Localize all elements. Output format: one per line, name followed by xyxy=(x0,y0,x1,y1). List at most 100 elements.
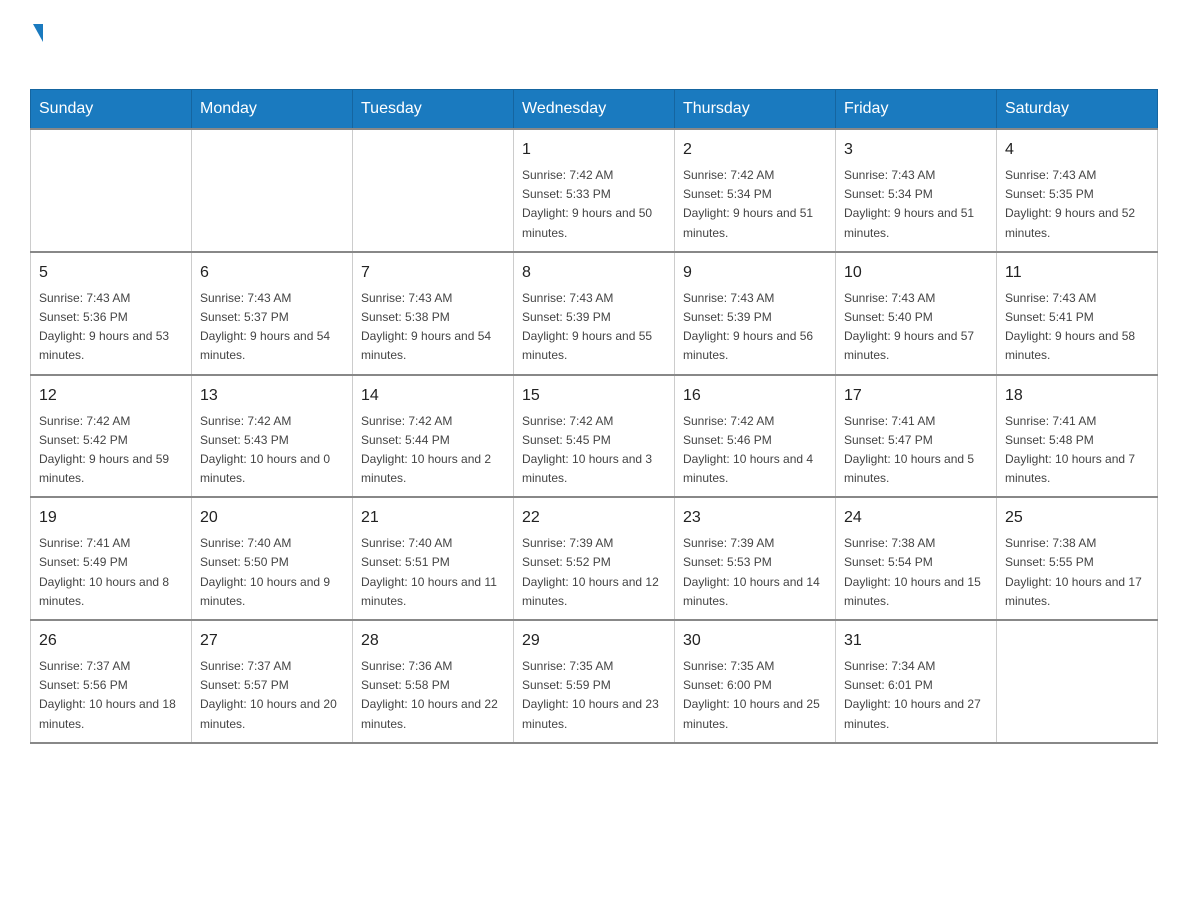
day-info: Sunrise: 7:38 AMSunset: 5:55 PMDaylight:… xyxy=(1005,534,1149,611)
calendar-cell: 1 Sunrise: 7:42 AMSunset: 5:33 PMDaylight… xyxy=(514,129,675,252)
day-info: Sunrise: 7:36 AMSunset: 5:58 PMDaylight:… xyxy=(361,657,505,734)
calendar-cell: 2 Sunrise: 7:42 AMSunset: 5:34 PMDaylight… xyxy=(675,129,836,252)
day-info: Sunrise: 7:38 AMSunset: 5:54 PMDaylight:… xyxy=(844,534,988,611)
calendar-cell: 28 Sunrise: 7:36 AMSunset: 5:58 PMDayligh… xyxy=(353,620,514,743)
day-number: 26 xyxy=(39,629,183,653)
header-day-friday: Friday xyxy=(836,90,997,130)
day-info: Sunrise: 7:42 AMSunset: 5:42 PMDaylight:… xyxy=(39,412,183,489)
calendar-cell: 22Sunrise: 7:39 AMSunset: 5:52 PMDayligh… xyxy=(514,497,675,620)
day-info: Sunrise: 7:43 AMSunset: 5:35 PMDaylight:… xyxy=(1005,166,1149,243)
day-number: 11 xyxy=(1005,261,1149,285)
day-number: 3 xyxy=(844,138,988,162)
day-info: Sunrise: 7:41 AMSunset: 5:47 PMDaylight:… xyxy=(844,412,988,489)
calendar-cell xyxy=(997,620,1158,743)
day-info: Sunrise: 7:43 AMSunset: 5:36 PMDaylight:… xyxy=(39,289,183,366)
day-number: 7 xyxy=(361,261,505,285)
day-info: Sunrise: 7:42 AMSunset: 5:33 PMDaylight:… xyxy=(522,166,666,243)
day-number: 2 xyxy=(683,138,827,162)
calendar-cell: 19Sunrise: 7:41 AMSunset: 5:49 PMDayligh… xyxy=(31,497,192,620)
calendar-week-row: 19Sunrise: 7:41 AMSunset: 5:49 PMDayligh… xyxy=(31,497,1158,620)
day-info: Sunrise: 7:43 AMSunset: 5:34 PMDaylight:… xyxy=(844,166,988,243)
calendar-week-row: 1 Sunrise: 7:42 AMSunset: 5:33 PMDaylight… xyxy=(31,129,1158,252)
calendar-cell xyxy=(353,129,514,252)
day-number: 10 xyxy=(844,261,988,285)
day-number: 14 xyxy=(361,384,505,408)
calendar-week-row: 5 Sunrise: 7:43 AMSunset: 5:36 PMDaylight… xyxy=(31,252,1158,375)
calendar-cell: 11 Sunrise: 7:43 AMSunset: 5:41 PMDayligh… xyxy=(997,252,1158,375)
calendar-cell: 14 Sunrise: 7:42 AMSunset: 5:44 PMDayligh… xyxy=(353,375,514,498)
calendar-cell: 25 Sunrise: 7:38 AMSunset: 5:55 PMDayligh… xyxy=(997,497,1158,620)
day-info: Sunrise: 7:43 AMSunset: 5:39 PMDaylight:… xyxy=(683,289,827,366)
day-info: Sunrise: 7:42 AMSunset: 5:44 PMDaylight:… xyxy=(361,412,505,489)
day-info: Sunrise: 7:43 AMSunset: 5:38 PMDaylight:… xyxy=(361,289,505,366)
header-day-tuesday: Tuesday xyxy=(353,90,514,130)
day-number: 31 xyxy=(844,629,988,653)
calendar-cell: 29 Sunrise: 7:35 AMSunset: 5:59 PMDayligh… xyxy=(514,620,675,743)
day-info: Sunrise: 7:35 AMSunset: 5:59 PMDaylight:… xyxy=(522,657,666,734)
calendar-cell: 12 Sunrise: 7:42 AMSunset: 5:42 PMDayligh… xyxy=(31,375,192,498)
day-number: 12 xyxy=(39,384,183,408)
logo-arrow-icon xyxy=(33,24,43,42)
calendar-table: SundayMondayTuesdayWednesdayThursdayFrid… xyxy=(30,89,1158,744)
calendar-cell: 8 Sunrise: 7:43 AMSunset: 5:39 PMDaylight… xyxy=(514,252,675,375)
day-number: 4 xyxy=(1005,138,1149,162)
day-number: 19 xyxy=(39,506,183,530)
day-number: 6 xyxy=(200,261,344,285)
day-number: 5 xyxy=(39,261,183,285)
calendar-cell: 20 Sunrise: 7:40 AMSunset: 5:50 PMDayligh… xyxy=(192,497,353,620)
calendar-cell: 16Sunrise: 7:42 AMSunset: 5:46 PMDayligh… xyxy=(675,375,836,498)
calendar-cell: 13Sunrise: 7:42 AMSunset: 5:43 PMDayligh… xyxy=(192,375,353,498)
day-info: Sunrise: 7:34 AMSunset: 6:01 PMDaylight:… xyxy=(844,657,988,734)
day-info: Sunrise: 7:41 AMSunset: 5:48 PMDaylight:… xyxy=(1005,412,1149,489)
day-number: 29 xyxy=(522,629,666,653)
day-number: 23 xyxy=(683,506,827,530)
day-info: Sunrise: 7:43 AMSunset: 5:41 PMDaylight:… xyxy=(1005,289,1149,366)
calendar-cell: 3 Sunrise: 7:43 AMSunset: 5:34 PMDaylight… xyxy=(836,129,997,252)
calendar-cell: 5 Sunrise: 7:43 AMSunset: 5:36 PMDaylight… xyxy=(31,252,192,375)
calendar-cell: 24Sunrise: 7:38 AMSunset: 5:54 PMDayligh… xyxy=(836,497,997,620)
day-info: Sunrise: 7:37 AMSunset: 5:57 PMDaylight:… xyxy=(200,657,344,734)
calendar-cell: 17 Sunrise: 7:41 AMSunset: 5:47 PMDayligh… xyxy=(836,375,997,498)
day-info: Sunrise: 7:40 AMSunset: 5:50 PMDaylight:… xyxy=(200,534,344,611)
calendar-cell: 10 Sunrise: 7:43 AMSunset: 5:40 PMDayligh… xyxy=(836,252,997,375)
calendar-cell: 26Sunrise: 7:37 AMSunset: 5:56 PMDayligh… xyxy=(31,620,192,743)
day-number: 17 xyxy=(844,384,988,408)
calendar-cell: 9 Sunrise: 7:43 AMSunset: 5:39 PMDaylight… xyxy=(675,252,836,375)
day-number: 25 xyxy=(1005,506,1149,530)
calendar-cell: 30 Sunrise: 7:35 AMSunset: 6:00 PMDayligh… xyxy=(675,620,836,743)
day-number: 21 xyxy=(361,506,505,530)
day-number: 15 xyxy=(522,384,666,408)
header-day-wednesday: Wednesday xyxy=(514,90,675,130)
calendar-cell: 27 Sunrise: 7:37 AMSunset: 5:57 PMDayligh… xyxy=(192,620,353,743)
day-number: 28 xyxy=(361,629,505,653)
page-header xyxy=(30,20,1158,69)
calendar-cell: 18Sunrise: 7:41 AMSunset: 5:48 PMDayligh… xyxy=(997,375,1158,498)
header-day-sunday: Sunday xyxy=(31,90,192,130)
calendar-cell: 4 Sunrise: 7:43 AMSunset: 5:35 PMDaylight… xyxy=(997,129,1158,252)
calendar-cell xyxy=(192,129,353,252)
calendar-cell: 21 Sunrise: 7:40 AMSunset: 5:51 PMDayligh… xyxy=(353,497,514,620)
day-info: Sunrise: 7:42 AMSunset: 5:34 PMDaylight:… xyxy=(683,166,827,243)
day-number: 22 xyxy=(522,506,666,530)
day-number: 20 xyxy=(200,506,344,530)
day-number: 1 xyxy=(522,138,666,162)
day-number: 16 xyxy=(683,384,827,408)
day-info: Sunrise: 7:43 AMSunset: 5:39 PMDaylight:… xyxy=(522,289,666,366)
calendar-cell xyxy=(31,129,192,252)
day-info: Sunrise: 7:43 AMSunset: 5:40 PMDaylight:… xyxy=(844,289,988,366)
calendar-cell: 31 Sunrise: 7:34 AMSunset: 6:01 PMDayligh… xyxy=(836,620,997,743)
day-number: 13 xyxy=(200,384,344,408)
day-info: Sunrise: 7:35 AMSunset: 6:00 PMDaylight:… xyxy=(683,657,827,734)
calendar-week-row: 12 Sunrise: 7:42 AMSunset: 5:42 PMDayligh… xyxy=(31,375,1158,498)
calendar-cell: 6 Sunrise: 7:43 AMSunset: 5:37 PMDaylight… xyxy=(192,252,353,375)
day-info: Sunrise: 7:40 AMSunset: 5:51 PMDaylight:… xyxy=(361,534,505,611)
day-number: 30 xyxy=(683,629,827,653)
day-number: 8 xyxy=(522,261,666,285)
calendar-week-row: 26Sunrise: 7:37 AMSunset: 5:56 PMDayligh… xyxy=(31,620,1158,743)
header-day-thursday: Thursday xyxy=(675,90,836,130)
calendar-cell: 15Sunrise: 7:42 AMSunset: 5:45 PMDayligh… xyxy=(514,375,675,498)
header-day-monday: Monday xyxy=(192,90,353,130)
day-number: 9 xyxy=(683,261,827,285)
day-info: Sunrise: 7:43 AMSunset: 5:37 PMDaylight:… xyxy=(200,289,344,366)
day-number: 27 xyxy=(200,629,344,653)
